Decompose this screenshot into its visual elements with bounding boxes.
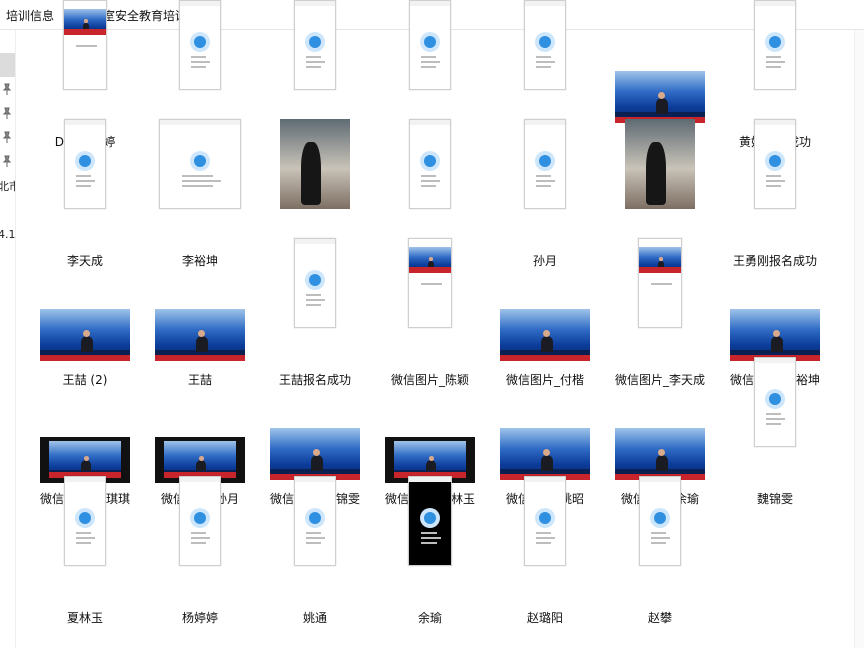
file-name: 李裕坤 <box>181 254 218 268</box>
file-thumbnail <box>500 428 590 480</box>
file-name: 杨婷婷 <box>181 611 218 625</box>
file-item[interactable]: 夏林玉 <box>29 476 141 630</box>
file-item[interactable]: 王勇刚报名成功 <box>719 119 831 273</box>
file-thumbnail <box>638 238 682 328</box>
file-thumbnail <box>155 309 245 361</box>
file-thumbnail <box>524 476 566 566</box>
file-name: 赵璐阳 <box>526 611 563 625</box>
pin-icon[interactable] <box>1 131 13 143</box>
file-thumbnail <box>524 119 566 209</box>
file-item[interactable]: 赵璐阳 <box>489 476 601 630</box>
vertical-scrollbar[interactable] <box>854 30 864 648</box>
file-thumbnail <box>294 0 336 90</box>
file-item[interactable]: 赵攀 <box>604 476 716 630</box>
file-item[interactable]: 李裕坤 <box>144 119 256 273</box>
file-thumbnail <box>179 0 221 90</box>
file-thumbnail <box>40 309 130 361</box>
file-thumbnail <box>64 119 106 209</box>
file-thumbnail <box>615 428 705 480</box>
file-item[interactable]: 李天成 <box>29 119 141 273</box>
file-item[interactable]: 姚通 <box>259 476 371 630</box>
file-item[interactable]: 孙月 <box>489 119 601 273</box>
file-thumbnail <box>270 428 360 480</box>
breadcrumb-parent[interactable]: 培训信息 <box>6 7 54 24</box>
file-item[interactable]: 微信图片_陈颖 <box>374 238 486 392</box>
file-thumbnail <box>524 0 566 90</box>
file-name: 王喆 <box>187 373 212 387</box>
file-thumbnail <box>615 71 705 123</box>
file-thumbnail <box>730 309 820 361</box>
file-thumbnail <box>409 0 451 90</box>
pin-icon[interactable] <box>1 107 13 119</box>
file-thumbnail <box>625 119 695 209</box>
file-name: 微信图片_李天成 <box>614 373 705 387</box>
file-thumbnail <box>280 119 350 209</box>
file-name: 赵攀 <box>647 611 672 625</box>
file-thumbnail <box>408 476 452 566</box>
pin-icon[interactable] <box>1 83 13 95</box>
file-name: 夏林玉 <box>66 611 103 625</box>
file-thumbnail <box>754 119 796 209</box>
file-name: 王喆报名成功 <box>278 373 351 387</box>
file-item[interactable]: 王喆 <box>144 276 256 392</box>
file-thumbnail <box>754 0 796 90</box>
file-item[interactable]: 杨婷婷 <box>144 476 256 630</box>
file-thumbnail <box>179 476 221 566</box>
file-thumbnail <box>63 0 107 90</box>
file-item[interactable]: 王喆 (2) <box>29 276 141 392</box>
file-name: 微信图片_陈颖 <box>390 373 469 387</box>
file-name: 王勇刚报名成功 <box>732 254 817 268</box>
file-thumbnail <box>754 357 796 447</box>
file-thumbnail <box>500 309 590 361</box>
file-thumbnail <box>409 119 451 209</box>
pin-icon[interactable] <box>1 155 13 167</box>
file-thumbnail <box>159 119 241 209</box>
file-item[interactable]: 微信图片_付楷 <box>489 276 601 392</box>
file-thumbnail <box>294 238 336 328</box>
nav-selected-item[interactable] <box>0 53 15 77</box>
file-name: 魏锦雯 <box>756 492 793 506</box>
file-name: 王喆 (2) <box>62 373 108 387</box>
file-name: 余瑜 <box>417 611 442 625</box>
file-thumbnail <box>294 476 336 566</box>
nav-item-label[interactable]: 4.1 <box>0 228 15 241</box>
navigation-pane: 北市 4.1 <box>0 30 16 648</box>
file-thumbnail <box>408 238 452 328</box>
file-item[interactable]: 微信图片_李天成 <box>604 238 716 392</box>
file-thumbnail <box>639 476 681 566</box>
file-name: 孙月 <box>532 254 557 268</box>
file-thumbnail <box>64 476 106 566</box>
file-item[interactable]: 王喆报名成功 <box>259 238 371 392</box>
file-item[interactable]: 魏锦雯 <box>719 357 831 511</box>
file-item[interactable]: 余瑜 <box>374 476 486 630</box>
nav-item-label[interactable]: 北市 <box>0 178 15 194</box>
file-name: 姚通 <box>302 611 327 625</box>
file-name: 微信图片_付楷 <box>505 373 584 387</box>
file-name: 李天成 <box>66 254 103 268</box>
